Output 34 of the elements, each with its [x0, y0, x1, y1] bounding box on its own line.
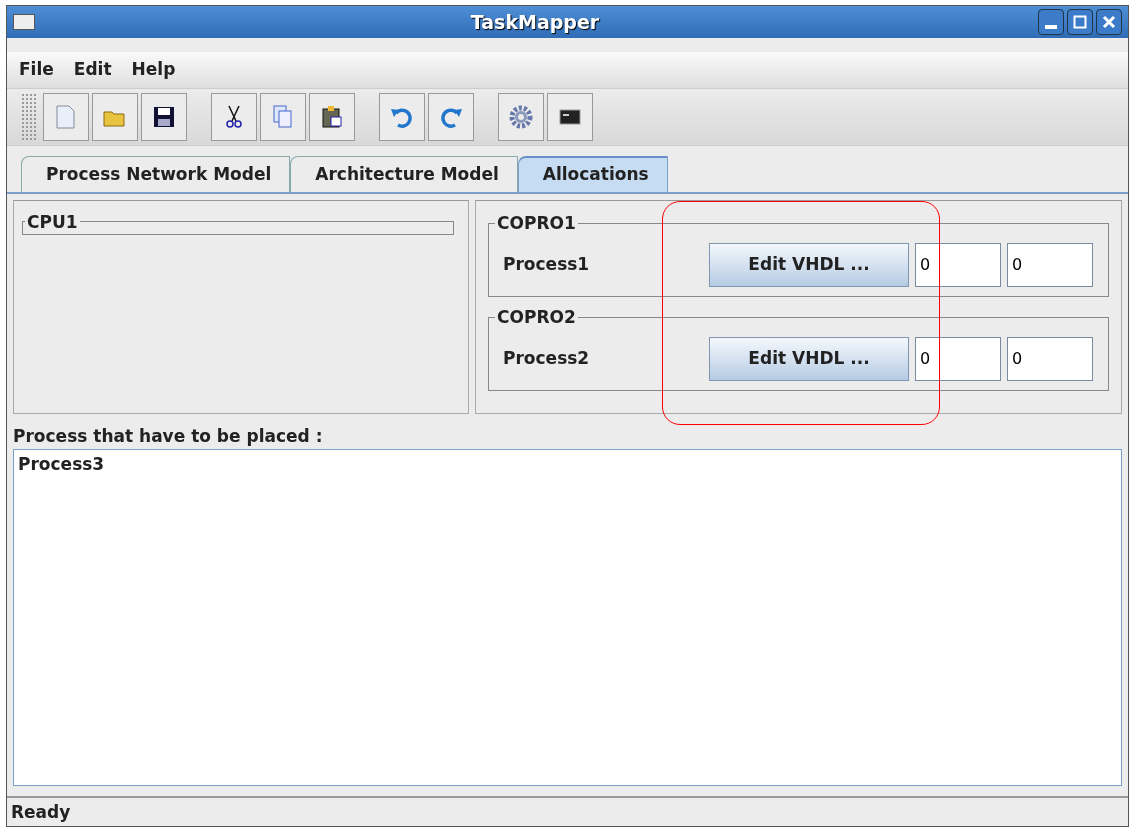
tab[interactable]: Process Network Model — [21, 156, 291, 192]
window-title: TaskMapper — [469, 9, 601, 35]
close-button[interactable] — [1096, 9, 1122, 35]
status-bar: Ready — [7, 796, 1128, 826]
process-label: Process1 — [503, 252, 591, 276]
number-field[interactable]: 0 — [915, 336, 1001, 381]
maximize-button[interactable] — [1067, 9, 1093, 35]
edit-vhdl-button[interactable]: Edit VHDL ... — [709, 336, 909, 381]
number-field[interactable]: 0 — [915, 242, 1001, 287]
list-item[interactable]: Process3 — [18, 452, 105, 478]
save-button[interactable] — [141, 93, 187, 141]
scissors-button[interactable] — [211, 93, 257, 141]
number-field[interactable]: 0 — [1007, 336, 1093, 381]
menu-item[interactable]: File — [19, 57, 54, 83]
process-label: Process2 — [503, 346, 591, 370]
redo-button[interactable] — [428, 93, 474, 141]
minimize-button[interactable] — [1038, 9, 1064, 35]
toolbar-grip[interactable] — [21, 93, 37, 141]
close-icon — [1100, 13, 1118, 31]
minimize-icon — [1045, 25, 1057, 29]
undo-button[interactable] — [379, 93, 425, 141]
number-field[interactable]: 0 — [1007, 242, 1093, 287]
tab[interactable]: Allocations — [517, 156, 668, 192]
window-icon — [13, 14, 35, 30]
gear-icon — [507, 103, 535, 131]
menu-item[interactable]: Edit — [73, 57, 112, 83]
edit-vhdl-button[interactable]: Edit VHDL ... — [709, 242, 909, 287]
tab[interactable]: Architecture Model — [290, 156, 518, 192]
terminal-button[interactable] — [547, 93, 593, 141]
clipboard-button[interactable] — [309, 93, 355, 141]
maximize-icon — [1071, 13, 1089, 31]
gear-button[interactable] — [498, 93, 544, 141]
menu-item[interactable]: Help — [131, 57, 176, 83]
unplaced-label: Process that have to be placed : — [12, 424, 324, 448]
